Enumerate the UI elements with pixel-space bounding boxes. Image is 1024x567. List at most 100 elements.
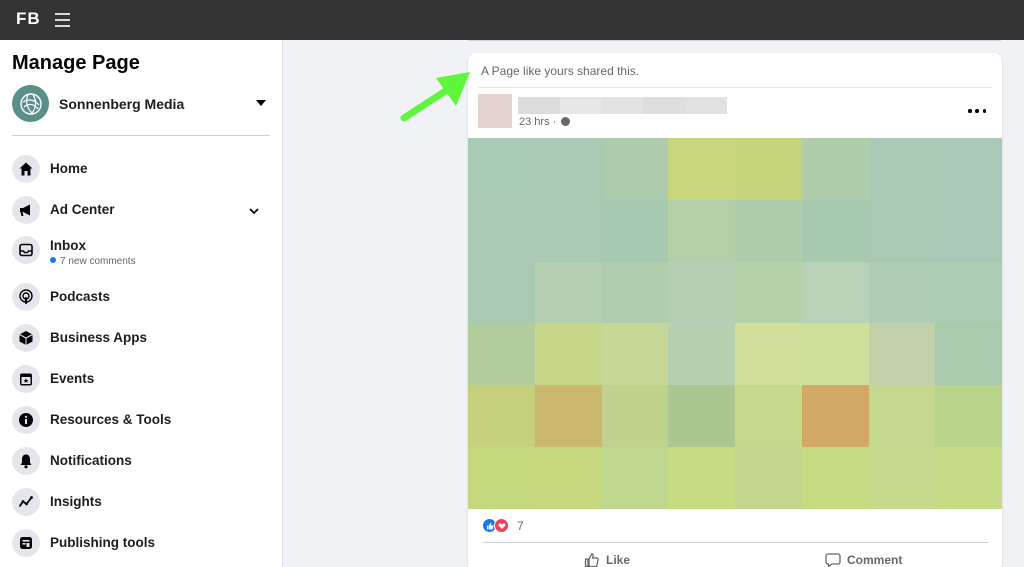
sidebar-item-label: Notifications xyxy=(50,453,132,468)
box-icon xyxy=(12,324,40,352)
sidebar-item-events[interactable]: Events xyxy=(12,365,270,401)
sidebar-item-label: Insights xyxy=(50,494,102,509)
post-card: A Page like yours shared this. 23 hrs · … xyxy=(468,53,1002,567)
top-bar: FB xyxy=(0,0,1024,40)
sidebar-item-home[interactable]: Home xyxy=(12,155,270,191)
comment-icon xyxy=(825,553,841,567)
image-tile xyxy=(534,385,602,448)
image-tile xyxy=(735,138,802,200)
trend-icon xyxy=(12,488,40,516)
redacted-author-name[interactable] xyxy=(518,97,727,114)
hamburger-icon[interactable] xyxy=(55,13,70,27)
sidebar-item-label: Publishing tools xyxy=(50,535,155,550)
sidebar-item-label: Home xyxy=(50,161,88,176)
image-tile xyxy=(801,138,869,200)
image-tile xyxy=(735,385,802,448)
comment-button[interactable]: Comment xyxy=(825,550,902,567)
sidebar-divider xyxy=(12,135,270,136)
image-tile xyxy=(935,138,1002,200)
image-tile xyxy=(601,323,669,386)
image-tile xyxy=(801,447,869,509)
sidebar-item-podcasts[interactable]: Podcasts xyxy=(12,283,270,319)
inbox-icon xyxy=(12,236,40,264)
sidebar-item-ad-center[interactable]: Ad Center xyxy=(12,196,270,232)
image-tile xyxy=(601,199,669,262)
app-logo[interactable]: FB xyxy=(16,9,41,29)
sidebar-item-inbox[interactable]: Inbox 7 new comments xyxy=(12,236,270,276)
image-tile xyxy=(468,447,535,509)
image-tile xyxy=(801,261,869,324)
megaphone-icon xyxy=(12,196,40,224)
sidebar-title: Manage Page xyxy=(12,52,140,74)
card-divider xyxy=(478,87,992,88)
more-options-icon[interactable] xyxy=(968,105,986,117)
sidebar-item-insights[interactable]: Insights xyxy=(12,488,270,524)
image-tile xyxy=(801,323,869,386)
sidebar-item-notifications[interactable]: Notifications xyxy=(12,447,270,483)
sidebar-item-label: Ad Center xyxy=(50,202,115,217)
actions-divider xyxy=(482,542,988,543)
inbox-unread-count: 7 new comments xyxy=(50,256,136,267)
sidebar: Manage Page Sonnenberg Media Home Ad Cen… xyxy=(0,40,283,567)
love-reaction-icon xyxy=(494,518,509,533)
image-tile xyxy=(534,261,602,324)
image-tile xyxy=(735,261,802,324)
sidebar-item-label: Podcasts xyxy=(50,289,111,304)
page-name: Sonnenberg Media xyxy=(59,96,185,112)
image-tile xyxy=(468,385,535,448)
unread-dot xyxy=(50,257,56,263)
caret-down-icon[interactable] xyxy=(256,100,266,106)
thumbs-up-icon xyxy=(584,553,599,567)
image-tile xyxy=(601,261,669,324)
image-tile xyxy=(868,199,936,262)
globe-logo-icon xyxy=(19,92,42,115)
image-tile xyxy=(534,199,602,262)
redaction-block xyxy=(685,97,727,114)
redaction-block xyxy=(643,97,686,114)
chevron-down-icon[interactable] xyxy=(248,205,260,217)
previous-card-edge xyxy=(468,40,1001,41)
sidebar-item-resources-tools[interactable]: Resources & Tools xyxy=(12,406,270,442)
post-author-avatar[interactable] xyxy=(478,94,512,128)
image-tile xyxy=(468,323,535,386)
image-tile xyxy=(735,323,802,386)
redaction-block xyxy=(601,97,644,114)
image-tile xyxy=(468,138,535,200)
page-switcher[interactable]: Sonnenberg Media xyxy=(12,85,270,125)
image-tile xyxy=(601,385,669,448)
image-tile xyxy=(668,323,735,386)
publishing-icon xyxy=(12,529,40,557)
sidebar-item-business-apps[interactable]: Business Apps xyxy=(12,324,270,360)
image-tile xyxy=(534,323,602,386)
image-tile xyxy=(868,138,936,200)
info-icon xyxy=(12,406,40,434)
sidebar-item-label: Business Apps xyxy=(50,330,148,345)
image-tile xyxy=(534,447,602,509)
redaction-block xyxy=(518,97,560,114)
reaction-count: 7 xyxy=(517,519,524,533)
post-image[interactable] xyxy=(468,138,1002,509)
image-tile xyxy=(868,323,936,386)
post-timestamp[interactable]: 23 hrs · xyxy=(519,116,571,128)
calendar-icon xyxy=(12,365,40,393)
image-tile xyxy=(935,447,1002,509)
image-tile xyxy=(468,199,535,262)
image-tile xyxy=(735,199,802,262)
comment-label: Comment xyxy=(847,553,903,567)
redaction-block xyxy=(559,97,602,114)
reaction-summary[interactable]: 7 xyxy=(482,518,542,534)
sidebar-item-publishing-tools[interactable]: Publishing tools xyxy=(12,529,270,565)
image-tile xyxy=(601,447,669,509)
image-tile xyxy=(801,385,869,448)
sidebar-item-label: Resources & Tools xyxy=(50,412,172,427)
image-tile xyxy=(935,199,1002,262)
image-tile xyxy=(468,261,535,324)
home-icon xyxy=(12,155,40,183)
image-tile xyxy=(668,138,735,200)
image-tile xyxy=(534,138,602,200)
sidebar-item-label: Events xyxy=(50,371,95,386)
shared-note: A Page like yours shared this. xyxy=(481,64,640,78)
image-tile xyxy=(935,261,1002,324)
image-tile xyxy=(668,261,735,324)
like-button[interactable]: Like xyxy=(584,550,630,567)
